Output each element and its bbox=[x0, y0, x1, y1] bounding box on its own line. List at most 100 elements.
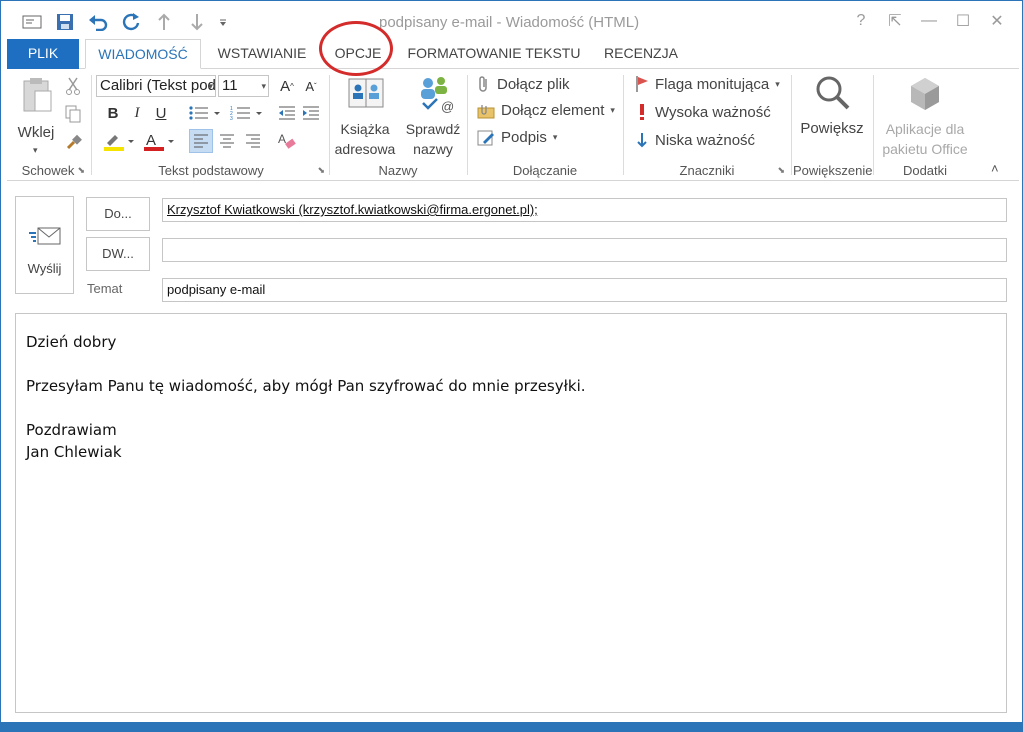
tab-insert[interactable]: WSTAWIANIE bbox=[207, 39, 317, 69]
attach-file-label: Dołącz plik bbox=[497, 75, 570, 93]
bullets-icon[interactable] bbox=[185, 101, 225, 125]
to-recipient[interactable]: Krzysztof Kwiatkowski (krzysztof.kwiatko… bbox=[167, 202, 538, 217]
group-label-basic-text: Tekst podstawowy bbox=[158, 163, 264, 178]
subject-field[interactable]: podpisany e-mail bbox=[162, 278, 1007, 302]
save-icon[interactable] bbox=[48, 11, 81, 33]
message-body[interactable]: Dzień dobry Przesyłam Panu tę wiadomość,… bbox=[15, 313, 1007, 713]
group-tags: Flaga monitująca ▾ Wysoka ważność Niska … bbox=[625, 69, 789, 181]
body-line bbox=[26, 353, 996, 375]
clipboard-launcher-icon[interactable]: ⬊ bbox=[77, 165, 85, 176]
ribbon-display-options-button[interactable]: ⇱ bbox=[878, 9, 912, 33]
to-button[interactable]: Do... bbox=[86, 197, 150, 231]
cut-icon[interactable] bbox=[65, 77, 81, 100]
tags-launcher-icon[interactable]: ⬊ bbox=[777, 165, 785, 176]
minimize-button[interactable]: — bbox=[912, 9, 946, 33]
shrink-font-icon[interactable]: Aˇ bbox=[299, 74, 323, 98]
group-label-zoom: Powiększenie bbox=[793, 163, 873, 178]
redo-icon[interactable] bbox=[114, 11, 147, 33]
bold-button[interactable]: B bbox=[101, 101, 125, 125]
zoom-button[interactable]: Powiększ bbox=[793, 75, 871, 155]
align-left-icon[interactable] bbox=[189, 129, 213, 153]
ribbon-tabs: PLIK WIADOMOŚĆ WSTAWIANIE OPCJE FORMATOW… bbox=[7, 39, 1019, 69]
attach-item-icon bbox=[477, 104, 495, 118]
check-names-icon: @ bbox=[421, 77, 454, 113]
group-clipboard: Wklej ▾ Schowek ⬊ bbox=[7, 69, 89, 181]
address-book-icon bbox=[348, 78, 384, 108]
paste-button[interactable]: Wklej ▾ bbox=[11, 75, 61, 157]
font-size-value: 11 bbox=[222, 77, 238, 94]
basic-text-launcher-icon[interactable]: ⬊ bbox=[317, 165, 325, 176]
attach-item-button[interactable]: Dołącz element ▾ bbox=[477, 102, 615, 119]
to-field[interactable]: Krzysztof Kwiatkowski (krzysztof.kwiatko… bbox=[162, 198, 1007, 222]
close-button[interactable]: ✕ bbox=[980, 9, 1014, 33]
body-line: Pozdrawiam bbox=[26, 421, 117, 439]
undo-icon[interactable] bbox=[81, 11, 114, 33]
maximize-button[interactable]: ☐ bbox=[946, 9, 980, 33]
increase-indent-icon[interactable] bbox=[299, 101, 323, 125]
decrease-indent-icon[interactable] bbox=[275, 101, 299, 125]
chevron-down-icon: ▾ bbox=[552, 132, 558, 142]
check-names-label: Sprawdź nazwy bbox=[405, 121, 461, 157]
italic-button[interactable]: I bbox=[125, 101, 149, 125]
low-importance-button[interactable]: Niska ważność bbox=[635, 131, 755, 149]
group-include: Dołącz plik Dołącz element ▾ Podpis ▾ Do… bbox=[469, 69, 621, 181]
signature-button[interactable]: Podpis ▾ bbox=[477, 129, 557, 146]
tab-file[interactable]: PLIK bbox=[7, 39, 79, 69]
chevron-down-icon: ▾ bbox=[208, 81, 213, 91]
signature-label: Podpis bbox=[501, 129, 547, 146]
tab-format-text[interactable]: FORMATOWANIE TEKSTU bbox=[399, 39, 589, 69]
clear-formatting-icon[interactable]: A bbox=[275, 129, 299, 153]
group-label-addins: Dodatki bbox=[902, 163, 948, 178]
flag-icon bbox=[636, 76, 648, 92]
group-label-tags: Znaczniki bbox=[679, 163, 735, 178]
font-color-icon[interactable]: A bbox=[141, 129, 177, 153]
cc-field[interactable] bbox=[162, 238, 1007, 262]
arrow-up-icon[interactable] bbox=[147, 11, 180, 33]
tab-review[interactable]: RECENZJA bbox=[599, 39, 683, 69]
ribbon: Wklej ▾ Schowek ⬊ Calibri (Tekst pods ▾ bbox=[7, 69, 1019, 181]
outlook-message-window: podpisany e-mail - Wiadomość (HTML) ? ⇱ … bbox=[0, 0, 1023, 732]
numbering-icon[interactable]: 123 bbox=[227, 101, 267, 125]
title-bar: podpisany e-mail - Wiadomość (HTML) ? ⇱ … bbox=[1, 1, 1022, 39]
underline-button[interactable]: U bbox=[149, 101, 173, 125]
svg-text:A: A bbox=[278, 132, 286, 146]
font-size-combo[interactable]: 11 ▾ bbox=[218, 75, 269, 97]
align-right-icon[interactable] bbox=[241, 129, 265, 153]
high-importance-button[interactable]: Wysoka ważność bbox=[635, 103, 771, 121]
down-arrow-icon bbox=[637, 133, 647, 148]
message-icon[interactable] bbox=[15, 11, 48, 33]
svg-text:A: A bbox=[146, 132, 156, 149]
group-addins: Aplikacje dla pakietu Office Dodatki bbox=[875, 69, 975, 181]
office-apps-icon bbox=[911, 78, 939, 110]
follow-up-button[interactable]: Flaga monitująca ▾ bbox=[635, 75, 780, 93]
ribbon-separator bbox=[791, 75, 792, 175]
tab-message[interactable]: WIADOMOŚĆ bbox=[85, 39, 201, 69]
group-label-include: Dołączanie bbox=[512, 163, 578, 178]
arrow-down-icon[interactable] bbox=[180, 11, 213, 33]
format-painter-icon[interactable] bbox=[65, 133, 83, 156]
collapse-ribbon-icon[interactable]: ˄ bbox=[991, 161, 999, 176]
grow-font-icon[interactable]: A ^ bbox=[275, 74, 299, 98]
group-zoom: Powiększ Powiększenie bbox=[793, 69, 873, 181]
check-names-button[interactable]: @ Sprawdź nazwy bbox=[401, 75, 465, 161]
exclamation-icon bbox=[640, 104, 644, 120]
chevron-down-icon: ▾ bbox=[261, 81, 266, 91]
address-book-button[interactable]: Książka adresowa bbox=[331, 75, 399, 161]
highlight-color-icon[interactable] bbox=[101, 129, 137, 153]
zoom-label: Powiększ bbox=[800, 120, 864, 137]
low-importance-label: Niska ważność bbox=[655, 131, 756, 149]
cc-button[interactable]: DW... bbox=[86, 237, 150, 271]
font-name-combo[interactable]: Calibri (Tekst pods ▾ bbox=[96, 75, 216, 97]
send-button[interactable]: Wyślij bbox=[15, 196, 74, 294]
annotation-circle bbox=[319, 21, 393, 76]
attach-file-button[interactable]: Dołącz plik bbox=[477, 75, 570, 93]
help-button[interactable]: ? bbox=[844, 9, 878, 33]
chevron-down-icon: ▾ bbox=[775, 78, 780, 89]
magnifier-icon bbox=[816, 76, 850, 110]
align-center-icon[interactable] bbox=[215, 129, 239, 153]
ribbon-separator bbox=[91, 75, 92, 175]
group-basic-text: Calibri (Tekst pods ▾ 11 ▾ A ^ Aˇ B I U 1… bbox=[93, 69, 329, 181]
customize-toolbar-icon[interactable] bbox=[213, 11, 233, 33]
office-apps-button[interactable]: Aplikacje dla pakietu Office bbox=[875, 75, 975, 159]
copy-icon[interactable] bbox=[65, 105, 81, 128]
